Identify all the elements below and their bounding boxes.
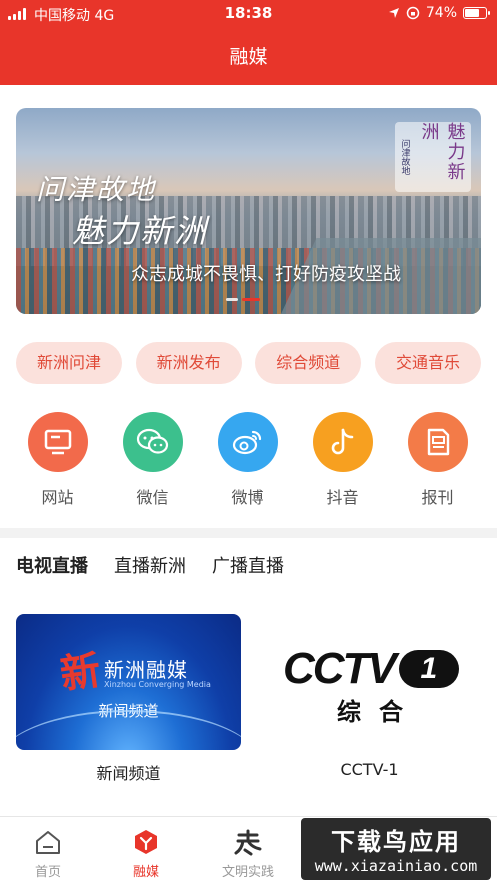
weibo-icon (217, 412, 278, 472)
social-label: 微博 (231, 488, 264, 507)
channel-thumbnail-cctv1: CCTV 1 综合 (257, 614, 482, 750)
banner-slogan: 问津故地 魅力新洲 (36, 168, 208, 252)
banner-slogan-line1: 问津故地 (36, 173, 157, 206)
tabbar-label: 文明实践 (221, 865, 274, 880)
social-item-website[interactable]: 网站 (10, 412, 105, 508)
tabbar-item-home[interactable]: 首页 (8, 827, 88, 880)
xinzhou-logo-icon: 新 (57, 646, 104, 699)
carousel-indicator (226, 298, 260, 301)
channel-list: 新 新洲融媒 Xinzhou Converging Media 新闻频道 新闻频… (16, 614, 482, 784)
banner-slogan-line2: 魅力新洲 (72, 212, 209, 250)
page-title: 融媒 (0, 30, 497, 85)
wechat-icon (122, 412, 183, 472)
cctv-logo: CCTV 1 (283, 644, 459, 694)
social-label: 抖音 (326, 488, 359, 507)
quick-tags: 新洲问津 新洲发布 综合频道 交通音乐 (16, 342, 481, 384)
civilization-icon (233, 827, 263, 857)
social-item-weibo[interactable]: 微博 (200, 412, 295, 508)
tab-xinzhou-live[interactable]: 直播新洲 (114, 552, 186, 578)
tab-tv-live[interactable]: 电视直播 (16, 552, 88, 578)
status-right: 74% (388, 5, 490, 21)
quick-tag-zonghe-pindao[interactable]: 综合频道 (255, 342, 362, 384)
channel-thumbnail-news: 新 新洲融媒 Xinzhou Converging Media 新闻频道 (16, 614, 241, 750)
social-links: 网站 微信 微博 抖音 报刊 (0, 412, 497, 508)
tabbar-label: 首页 (34, 865, 61, 880)
social-label: 微信 (136, 488, 169, 507)
newspaper-icon (407, 412, 468, 472)
website-icon (27, 412, 88, 472)
douyin-icon (312, 412, 373, 472)
tabbar-label: 融媒 (132, 865, 159, 880)
channel-name: CCTV-1 (340, 760, 399, 779)
cctv-logo-text: CCTV (283, 644, 397, 693)
thumb-brand-en: Xinzhou Converging Media (104, 680, 211, 689)
banner-seal-logo: 问津故地 魅力新洲 (395, 122, 471, 192)
thumb-brand: 新洲融媒 (104, 658, 188, 682)
location-icon (388, 8, 399, 18)
battery-icon (463, 7, 490, 19)
watermark-badge: 下载鸟应用 www.xiazainiao.com (301, 818, 491, 880)
social-item-douyin[interactable]: 抖音 (295, 412, 390, 508)
tabbar-item-civilization[interactable]: 文明实践 (208, 827, 288, 880)
channel-card-news[interactable]: 新 新洲融媒 Xinzhou Converging Media 新闻频道 新闻频… (16, 614, 241, 784)
watermark-url: www.xiazainiao.com (314, 857, 478, 875)
social-item-newspaper[interactable]: 报刊 (390, 412, 485, 508)
carousel-dot[interactable] (226, 298, 238, 301)
cctv-logo-sub: 综合 (337, 698, 421, 726)
quick-tag-jiaotong-yinyue[interactable]: 交通音乐 (374, 342, 481, 384)
quick-tag-xinzhou-wenjin[interactable]: 新洲问津 (16, 342, 122, 384)
banner-caption: 众志成城不畏惧、打好防疫攻坚战 (131, 264, 401, 285)
live-tabs: 电视直播 直播新洲 广播直播 (16, 552, 284, 578)
banner-carousel[interactable]: 问津故地 魅力新洲 问津故地 魅力新洲 众志成城不畏惧、打好防疫攻坚战 (16, 108, 481, 314)
rotation-lock-icon (406, 6, 420, 20)
quick-tag-xinzhou-fabu[interactable]: 新洲发布 (135, 342, 242, 384)
channel-name: 新闻频道 (96, 764, 161, 783)
social-label: 报刊 (421, 488, 454, 507)
social-item-wechat[interactable]: 微信 (105, 412, 200, 508)
status-bar: 中国移动 4G 18:38 74% (0, 0, 497, 30)
tabbar-item-media[interactable]: 融媒 (106, 827, 186, 880)
battery-percent: 74% (425, 5, 457, 21)
section-divider (0, 528, 497, 538)
seal-main-text: 魅力新洲 (418, 122, 466, 182)
cctv-logo-number: 1 (398, 650, 459, 688)
seal-side-text: 问津故地 (399, 139, 410, 175)
tab-radio-live[interactable]: 广播直播 (212, 552, 284, 578)
channel-card-cctv1[interactable]: CCTV 1 综合 CCTV-1 (257, 614, 482, 784)
watermark-title: 下载鸟应用 (331, 828, 461, 856)
media-icon (131, 827, 161, 857)
social-label: 网站 (41, 488, 74, 507)
carousel-dot[interactable] (242, 298, 260, 301)
home-icon (33, 827, 63, 857)
